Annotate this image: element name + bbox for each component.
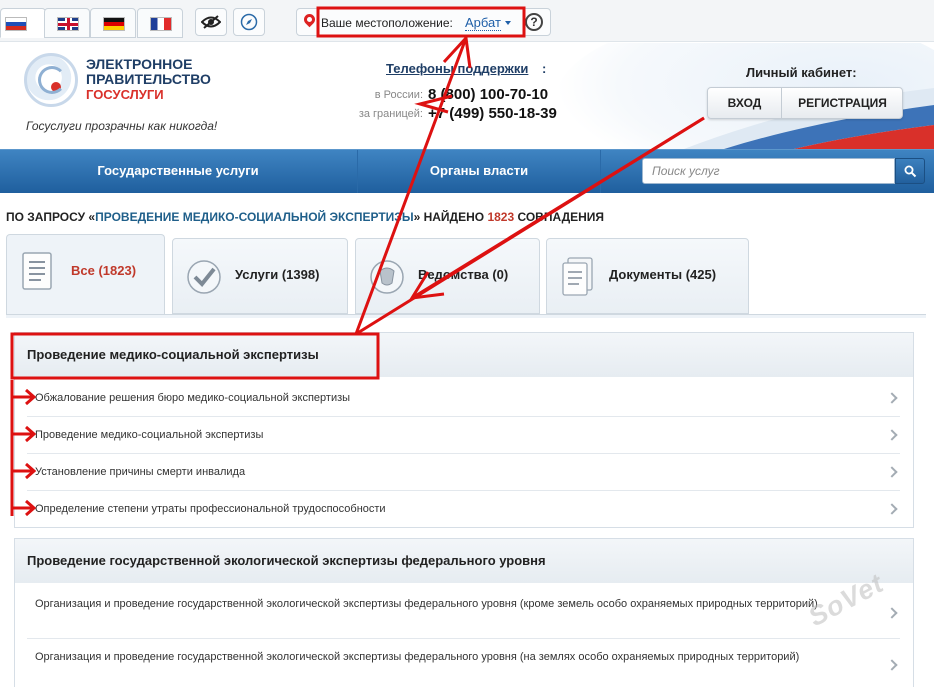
language-german-flag-icon[interactable]: [90, 8, 136, 38]
tabs-divider: [6, 314, 926, 318]
search-results-summary: По запросу «проведение медико-социальной…: [6, 210, 604, 224]
site-header: ЭЛЕКТРОННОЕ ПРАВИТЕЛЬСТВО ГОСУСЛУГИ Госу…: [0, 43, 934, 149]
login-button[interactable]: ВХОД: [708, 88, 782, 118]
site-slogan: Госуслуги прозрачны как никогда!: [26, 119, 218, 133]
result-group-title[interactable]: Проведение медико-социальной экспертизы: [15, 333, 913, 377]
result-item-label: Организация и проведение государственной…: [35, 651, 800, 663]
result-item-label: Определение степени утраты профессиональ…: [35, 503, 386, 515]
search-input[interactable]: [642, 158, 895, 184]
help-icon[interactable]: ?: [525, 13, 543, 31]
results-suffix: совпадения: [514, 210, 605, 224]
nav-authorities[interactable]: Органы власти: [357, 150, 601, 193]
personal-cabinet-buttons: ВХОД РЕГИСТРАЦИЯ: [707, 87, 903, 119]
search-button[interactable]: [895, 158, 925, 184]
result-item-label: Проведение медико-социальной экспертизы: [35, 429, 264, 441]
chevron-right-icon: [886, 503, 898, 515]
chevron-right-icon: [886, 392, 898, 404]
language-russian-flag-icon[interactable]: [0, 8, 46, 38]
location-city-link[interactable]: Арбат: [465, 15, 501, 31]
personal-cabinet-title: Личный кабинет:: [746, 65, 857, 80]
register-button[interactable]: РЕГИСТРАЦИЯ: [783, 88, 902, 118]
top-bar: Ваше местоположение: Арбат ?: [0, 0, 934, 42]
results-middle: » найдено: [413, 210, 488, 224]
result-item[interactable]: Организация и проведение государственной…: [27, 639, 900, 687]
result-item[interactable]: Установление причины смерти инвалида: [27, 454, 900, 491]
result-item[interactable]: Проведение медико-социальной экспертизы: [27, 417, 900, 454]
chevron-right-icon: [886, 429, 898, 441]
main-navigation: Государственные услуги Органы власти: [0, 149, 934, 193]
tab-agencies-label: Ведомства (0): [418, 267, 509, 282]
result-group: Проведение медико-социальной экспертизы …: [14, 332, 914, 528]
documents-icon: [562, 257, 593, 296]
checkmark-icon: [187, 260, 221, 294]
tab-documents[interactable]: Документы (425): [546, 238, 749, 314]
logo-title-line2: ПРАВИТЕЛЬСТВО: [86, 71, 211, 87]
support-phones-colon: :: [542, 61, 547, 76]
results-count: 1823: [487, 210, 515, 224]
nav-government-services[interactable]: Государственные услуги: [0, 150, 356, 193]
language-french-flag-icon[interactable]: [137, 8, 183, 38]
phone-russia-number: 8 (800) 100-70-10: [428, 86, 549, 103]
tab-services[interactable]: Услуги (1398): [172, 238, 348, 314]
chevron-right-icon: [886, 466, 898, 478]
chevron-right-icon: [886, 607, 898, 619]
service-search: [642, 158, 925, 184]
phone-russia-label: в России:: [374, 89, 423, 101]
phone-abroad-number: +7 (499) 550-18-39: [428, 105, 557, 122]
phone-abroad-label: за границей:: [358, 108, 423, 120]
tab-all[interactable]: Все (1823): [6, 234, 165, 314]
tab-services-label: Услуги (1398): [235, 267, 320, 282]
result-item[interactable]: Определение степени утраты профессиональ…: [27, 491, 900, 527]
logo-title-line3: ГОСУСЛУГИ: [86, 87, 164, 102]
search-icon: [904, 165, 917, 178]
result-item[interactable]: Организация и проведение государственной…: [27, 589, 900, 639]
result-group: Проведение государственной экологической…: [14, 538, 914, 687]
support-phones-link[interactable]: Телефоны поддержки: [386, 61, 528, 76]
emblem-icon: [370, 260, 404, 294]
gosuslugi-logo-icon[interactable]: [24, 53, 78, 107]
chevron-right-icon: [886, 659, 898, 671]
result-item[interactable]: Обжалование решения бюро медико-социальн…: [27, 380, 900, 417]
result-item-label: Обжалование решения бюро медико-социальн…: [35, 392, 351, 404]
list-document-icon: [22, 252, 52, 290]
tab-documents-label: Документы (425): [609, 267, 717, 282]
result-item-label: Организация и проведение государственной…: [35, 598, 818, 610]
results-query: проведение медико-социальной экспертизы: [95, 210, 414, 224]
language-english-flag-icon[interactable]: [44, 8, 90, 38]
location-selector[interactable]: Ваше местоположение: Арбат ?: [296, 8, 551, 36]
tab-all-label: Все (1823): [71, 263, 137, 278]
map-pin-icon: [301, 11, 318, 28]
location-label: Ваше местоположение:: [321, 16, 453, 30]
chevron-down-icon: [505, 21, 511, 25]
eye-icon[interactable]: [195, 8, 227, 36]
compass-icon[interactable]: [233, 8, 265, 36]
logo-title-line1: ЭЛЕКТРОННОЕ: [86, 56, 193, 72]
results-prefix: По запросу «: [6, 210, 96, 224]
result-group-title[interactable]: Проведение государственной экологической…: [15, 539, 913, 583]
result-item-label: Установление причины смерти инвалида: [35, 466, 246, 478]
tab-agencies[interactable]: Ведомства (0): [355, 238, 540, 314]
